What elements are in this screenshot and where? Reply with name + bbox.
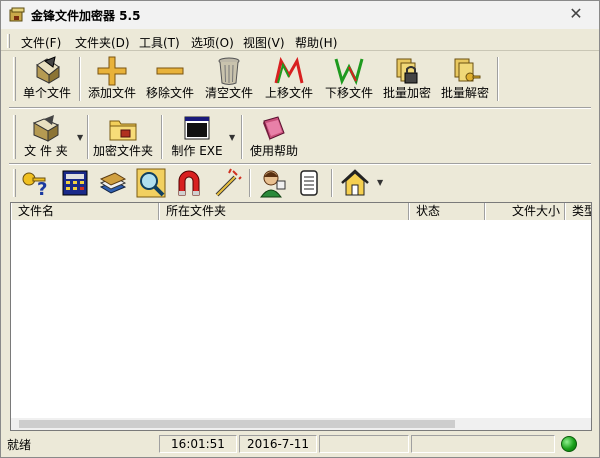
make-exe-dropdown-icon[interactable]: ▼ xyxy=(229,133,235,142)
toolbar-grip xyxy=(13,169,16,197)
batch-decrypt-label: 批量解密 xyxy=(440,86,489,100)
home-icon[interactable] xyxy=(339,167,371,199)
toolbar-separator xyxy=(497,57,499,101)
folder-button[interactable]: 文 件 夹 xyxy=(17,111,75,163)
calculator-icon[interactable] xyxy=(59,167,91,199)
encrypt-folder-label: 加密文件夹 xyxy=(92,144,153,158)
column-status[interactable]: 状态 xyxy=(409,203,485,220)
batch-encrypt-button[interactable]: 批量加密 xyxy=(379,53,435,105)
file-list[interactable]: 文件名 所在文件夹 状态 文件大小 类型 xyxy=(10,202,592,431)
folder-label: 文 件 夹 xyxy=(24,144,68,158)
column-file-size[interactable]: 文件大小 xyxy=(485,203,565,220)
horizontal-scrollbar[interactable] xyxy=(11,418,591,430)
make-exe-button[interactable]: 制作 EXE xyxy=(167,111,227,163)
move-down-icon xyxy=(334,58,364,86)
toolbar-tools: ? ▼ xyxy=(9,165,591,201)
status-bar: 就绪 16:01:51 2016-7-11 xyxy=(1,433,599,457)
encrypt-folder-icon xyxy=(109,120,137,141)
clear-files-button[interactable]: 清空文件 xyxy=(201,53,257,105)
help-button[interactable]: 使用帮助 xyxy=(245,111,303,163)
toolbar-separator xyxy=(331,169,333,197)
clear-files-label: 清空文件 xyxy=(204,86,253,100)
batch-encrypt-icon xyxy=(396,58,418,84)
books-icon[interactable] xyxy=(97,167,129,199)
wand-icon[interactable] xyxy=(211,167,243,199)
toolbar-separator xyxy=(249,169,251,197)
magnifier-icon[interactable] xyxy=(135,167,167,199)
column-file-name[interactable]: 文件名 xyxy=(11,203,159,220)
help-book-icon xyxy=(263,116,285,141)
menu-help[interactable]: 帮助(H) xyxy=(295,34,337,51)
add-file-icon xyxy=(97,56,127,86)
window-title: 金锋文件加密器 5.5 xyxy=(31,9,141,23)
toolbar-separator xyxy=(241,115,243,159)
status-date: 2016-7-11 xyxy=(239,435,317,453)
remove-file-icon xyxy=(156,67,184,75)
toolbar-grip xyxy=(13,115,16,159)
batch-decrypt-button[interactable]: 批量解密 xyxy=(437,53,493,105)
move-up-button[interactable]: 上移文件 xyxy=(261,53,317,105)
toolbar-main: 单个文件 添加文件 移除文件 清空文件 上移文件 下移文件 批量加密 批量解密 xyxy=(9,53,591,105)
single-file-button[interactable]: 单个文件 xyxy=(21,53,73,105)
make-exe-label: 制作 EXE xyxy=(171,144,223,158)
add-file-label: 添加文件 xyxy=(87,86,136,100)
menu-options[interactable]: 选项(O) xyxy=(191,34,234,51)
toolbar-folder: 文 件 夹 ▼ 加密文件夹 制作 EXE ▼ 使用帮助 xyxy=(9,111,591,163)
move-down-button[interactable]: 下移文件 xyxy=(321,53,377,105)
key-help-icon[interactable]: ? xyxy=(19,167,51,199)
remove-file-button[interactable]: 移除文件 xyxy=(143,53,197,105)
batch-encrypt-label: 批量加密 xyxy=(382,86,431,100)
status-time: 16:01:51 xyxy=(159,435,237,453)
move-up-label: 上移文件 xyxy=(264,86,313,100)
remove-file-label: 移除文件 xyxy=(145,86,194,100)
folder-icon xyxy=(32,115,60,142)
status-panel-empty-2 xyxy=(411,435,555,453)
app-icon xyxy=(9,7,25,22)
main-window: 金锋文件加密器 5.5 ✕ 文件(F) 文件夹(D) 工具(T) 选项(O) 视… xyxy=(0,0,600,458)
menu-tools[interactable]: 工具(T) xyxy=(139,34,180,51)
make-exe-icon xyxy=(184,116,210,140)
svg-text:?: ? xyxy=(37,179,47,199)
encrypt-folder-button[interactable]: 加密文件夹 xyxy=(91,111,155,163)
toolbar-grip xyxy=(13,57,16,101)
help-label: 使用帮助 xyxy=(249,144,298,158)
toolbar-divider xyxy=(9,107,591,109)
batch-decrypt-icon xyxy=(454,58,481,82)
move-up-icon xyxy=(274,56,304,84)
toolbar-separator xyxy=(87,115,89,159)
menu-bar: 文件(F) 文件夹(D) 工具(T) 选项(O) 视图(V) 帮助(H) xyxy=(1,31,599,51)
home-dropdown-icon[interactable]: ▼ xyxy=(377,178,383,187)
title-bar: 金锋文件加密器 5.5 ✕ xyxy=(1,1,599,29)
toolbar-separator xyxy=(79,57,81,101)
menu-grip xyxy=(7,34,10,48)
menu-view[interactable]: 视图(V) xyxy=(243,34,285,51)
status-panel-empty-1 xyxy=(319,435,409,453)
add-file-button[interactable]: 添加文件 xyxy=(85,53,139,105)
column-type[interactable]: 类型 xyxy=(565,203,591,220)
column-folder[interactable]: 所在文件夹 xyxy=(159,203,409,220)
menu-file[interactable]: 文件(F) xyxy=(21,34,61,51)
magnet-icon[interactable] xyxy=(173,167,205,199)
person-icon[interactable] xyxy=(257,167,289,199)
status-text: 就绪 xyxy=(7,438,32,452)
menu-folder[interactable]: 文件夹(D) xyxy=(75,34,130,51)
trash-icon xyxy=(218,57,240,85)
list-header: 文件名 所在文件夹 状态 文件大小 类型 xyxy=(11,203,591,220)
single-file-icon xyxy=(36,56,60,84)
folder-dropdown-icon[interactable]: ▼ xyxy=(77,133,83,142)
scrollbar-thumb[interactable] xyxy=(19,420,455,428)
single-file-label: 单个文件 xyxy=(22,86,71,100)
move-down-label: 下移文件 xyxy=(324,86,373,100)
document-scroll-icon[interactable] xyxy=(293,167,325,199)
close-icon[interactable]: ✕ xyxy=(567,5,585,23)
status-indicator-light xyxy=(561,436,577,452)
toolbar-separator xyxy=(161,115,163,159)
